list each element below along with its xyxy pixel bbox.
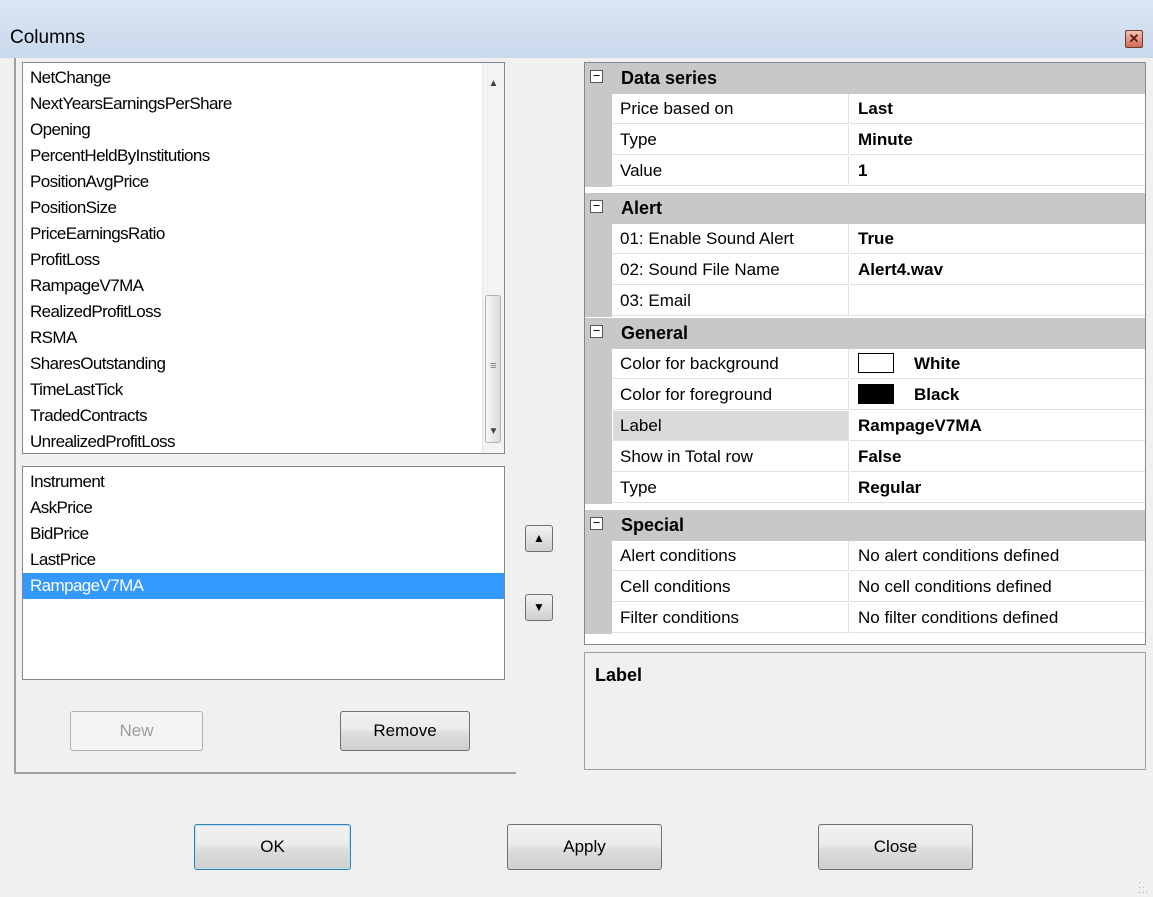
property-help-panel: Label <box>584 652 1146 770</box>
grip-icon: ≡ <box>490 360 497 372</box>
property-name: Price based on <box>613 94 849 124</box>
property-value[interactable]: Regular <box>850 473 1145 503</box>
property-row[interactable]: Value 1 <box>585 156 1145 187</box>
property-name: 02: Sound File Name <box>613 255 849 285</box>
property-name: Value <box>613 156 849 186</box>
property-name: Show in Total row <box>613 442 849 472</box>
collapse-icon[interactable]: − <box>590 324 603 338</box>
selected-columns-list[interactable]: Instrument AskPrice BidPrice LastPrice R… <box>22 466 505 680</box>
help-title: Label <box>595 665 643 685</box>
property-row[interactable]: Type Regular <box>585 473 1145 504</box>
property-value[interactable]: No alert conditions defined <box>850 541 1145 571</box>
property-row[interactable]: 03: Email <box>585 286 1145 317</box>
property-value[interactable]: White <box>850 349 1145 379</box>
move-down-button[interactable]: ▼ <box>525 594 553 621</box>
remove-button[interactable]: Remove <box>340 711 470 751</box>
ok-button[interactable]: OK <box>194 824 351 870</box>
property-value[interactable]: RampageV7MA <box>850 411 1145 441</box>
property-row[interactable]: Filter conditions No filter conditions d… <box>585 603 1145 634</box>
category-general[interactable]: − General <box>585 318 1145 349</box>
list-item[interactable]: RealizedProfitLoss <box>23 299 504 325</box>
resize-grip-icon[interactable]: ...... <box>1138 876 1149 895</box>
list-item[interactable]: PositionSize <box>23 195 504 221</box>
property-name: 03: Email <box>613 286 849 316</box>
list-item[interactable]: BidPrice <box>23 521 504 547</box>
property-grid: − Data series Price based on Last Type M… <box>584 62 1146 645</box>
property-value[interactable] <box>850 286 1145 316</box>
color-swatch <box>858 384 894 405</box>
property-row[interactable]: Color for foreground Black <box>585 380 1145 411</box>
property-value[interactable]: False <box>850 442 1145 472</box>
list-item[interactable]: AskPrice <box>23 495 504 521</box>
list-item[interactable]: PriceEarningsRatio <box>23 221 504 247</box>
category-special[interactable]: − Special <box>585 510 1145 541</box>
property-name: Color for background <box>613 349 849 379</box>
property-value[interactable]: No filter conditions defined <box>850 603 1145 633</box>
property-row[interactable]: Alert conditions No alert conditions def… <box>585 541 1145 572</box>
property-row[interactable]: 02: Sound File Name Alert4.wav <box>585 255 1145 286</box>
collapse-icon[interactable]: − <box>590 516 603 530</box>
property-row[interactable]: Price based on Last <box>585 94 1145 125</box>
list-item[interactable]: NetChange <box>23 65 504 91</box>
property-row[interactable]: 01: Enable Sound Alert True <box>585 224 1145 255</box>
category-alert[interactable]: − Alert <box>585 193 1145 224</box>
property-row[interactable]: Cell conditions No cell conditions defin… <box>585 572 1145 603</box>
property-name: Filter conditions <box>613 603 849 633</box>
collapse-icon[interactable]: − <box>590 199 603 213</box>
list-item[interactable]: TimeLastTick <box>23 377 504 403</box>
list-item[interactable]: TradedContracts <box>23 403 504 429</box>
list-item[interactable]: Instrument <box>23 469 504 495</box>
list-item[interactable]: ProfitLoss <box>23 247 504 273</box>
property-name: Type <box>613 473 849 503</box>
list-item[interactable]: NextYearsEarningsPerShare <box>23 91 504 117</box>
available-columns-list[interactable]: NetChange NextYearsEarningsPerShare Open… <box>22 62 505 454</box>
arrow-down-icon: ▼ <box>533 600 545 614</box>
property-name: 01: Enable Sound Alert <box>613 224 849 254</box>
category-data-series[interactable]: − Data series <box>585 63 1145 94</box>
list-item[interactable]: PercentHeldByInstitutions <box>23 143 504 169</box>
property-row[interactable]: Color for background White <box>585 349 1145 380</box>
vertical-scrollbar[interactable]: ▲ ≡ ▼ <box>482 63 504 453</box>
property-name: Cell conditions <box>613 572 849 602</box>
collapse-icon[interactable]: − <box>590 69 603 83</box>
scroll-up-icon[interactable]: ▲ <box>483 73 504 95</box>
property-value[interactable]: No cell conditions defined <box>850 572 1145 602</box>
scroll-down-icon[interactable]: ▼ <box>483 421 504 443</box>
apply-button[interactable]: Apply <box>507 824 662 870</box>
property-value[interactable]: True <box>850 224 1145 254</box>
property-row-selected[interactable]: Label RampageV7MA <box>585 411 1145 442</box>
close-button[interactable]: Close <box>818 824 973 870</box>
property-name: Color for foreground <box>613 380 849 410</box>
property-value[interactable]: Alert4.wav <box>850 255 1145 285</box>
color-swatch <box>858 353 894 374</box>
list-item[interactable]: RampageV7MA <box>23 273 504 299</box>
property-name: Alert conditions <box>613 541 849 571</box>
property-row[interactable]: Type Minute <box>585 125 1145 156</box>
property-row[interactable]: Show in Total row False <box>585 442 1145 473</box>
property-name: Label <box>613 411 849 441</box>
property-value[interactable]: Minute <box>850 125 1145 155</box>
window-title: Columns <box>10 27 85 48</box>
property-value[interactable]: Black <box>850 380 1145 410</box>
list-item[interactable]: RSMA <box>23 325 504 351</box>
new-button[interactable]: New <box>70 711 203 751</box>
property-value[interactable]: Last <box>850 94 1145 124</box>
property-value[interactable]: 1 <box>850 156 1145 186</box>
title-bar: Columns ✕ <box>0 0 1153 58</box>
list-item-selected[interactable]: RampageV7MA <box>23 573 504 599</box>
close-icon[interactable]: ✕ <box>1125 30 1143 48</box>
list-item[interactable]: PositionAvgPrice <box>23 169 504 195</box>
move-up-button[interactable]: ▲ <box>525 525 553 552</box>
list-item[interactable]: LastPrice <box>23 547 504 573</box>
list-item[interactable]: UnrealizedProfitLoss <box>23 429 504 453</box>
list-item[interactable]: SharesOutstanding <box>23 351 504 377</box>
arrow-up-icon: ▲ <box>533 531 545 545</box>
list-item[interactable]: Opening <box>23 117 504 143</box>
property-name: Type <box>613 125 849 155</box>
